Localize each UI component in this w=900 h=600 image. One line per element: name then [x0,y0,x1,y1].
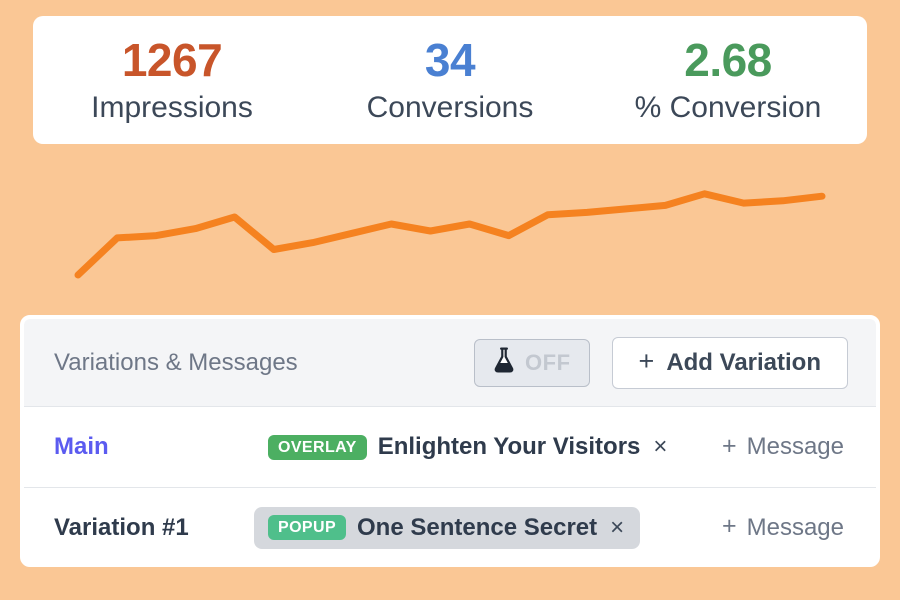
panel-title: Variations & Messages [54,348,298,376]
close-icon[interactable]: × [608,515,626,540]
plus-icon: + [722,431,737,460]
stat-impressions-value: 1267 [121,33,223,86]
message-chip-variation-1[interactable]: POPUP One Sentence Secret × [254,506,641,549]
table-row[interactable]: Variation #1 POPUP One Sentence Secret ×… [24,487,876,563]
variation-name-variation-1[interactable]: Variation #1 [54,514,254,542]
trend-chart [0,148,900,308]
trend-chart-svg [74,190,826,279]
stats-summary-card: 1267 Impressions 34 Conversions 2.68 % C… [33,16,867,144]
variations-panel-header: Variations & Messages OFF + Add Variatio… [24,319,876,407]
table-row[interactable]: Main OVERLAY Enlighten Your Visitors × +… [24,407,876,487]
variations-panel-inner: Variations & Messages OFF + Add Variatio… [24,319,876,563]
variations-panel: Variations & Messages OFF + Add Variatio… [20,315,880,567]
dashboard-root: 1267 Impressions 34 Conversions 2.68 % C… [0,0,900,600]
plus-icon: + [638,346,655,376]
add-variation-button[interactable]: + Add Variation [611,336,848,389]
stat-conversions: 34 Conversions [311,33,589,125]
status-badge: OVERLAY [268,434,367,460]
flask-icon [493,347,515,378]
add-message-label: Message [746,513,844,541]
add-variation-label: Add Variation [666,348,821,376]
stat-conversion-rate: 2.68 % Conversion [589,33,867,125]
stat-conversion-rate-label: % Conversion [634,91,822,125]
add-message-label: Message [746,433,844,460]
experiment-toggle-label: OFF [525,349,571,375]
message-title: One Sentence Secret [357,513,598,541]
stat-conversions-label: Conversions [366,91,534,125]
message-chip-main[interactable]: OVERLAY Enlighten Your Visitors × [254,426,683,468]
status-badge: POPUP [268,515,347,540]
stat-conversions-value: 34 [424,33,476,86]
variation-name-main[interactable]: Main [54,433,254,461]
stat-impressions-label: Impressions [91,91,253,125]
plus-icon: + [722,512,737,540]
experiment-toggle-button[interactable]: OFF [474,338,590,387]
stat-conversion-rate-value: 2.68 [684,33,772,86]
add-message-button-variation-1[interactable]: + Message [722,514,848,542]
message-title: Enlighten Your Visitors [377,433,641,460]
stat-impressions: 1267 Impressions [33,33,311,125]
add-message-button-main[interactable]: + Message [722,433,848,461]
trend-chart-line [74,190,826,279]
close-icon[interactable]: × [651,435,669,459]
